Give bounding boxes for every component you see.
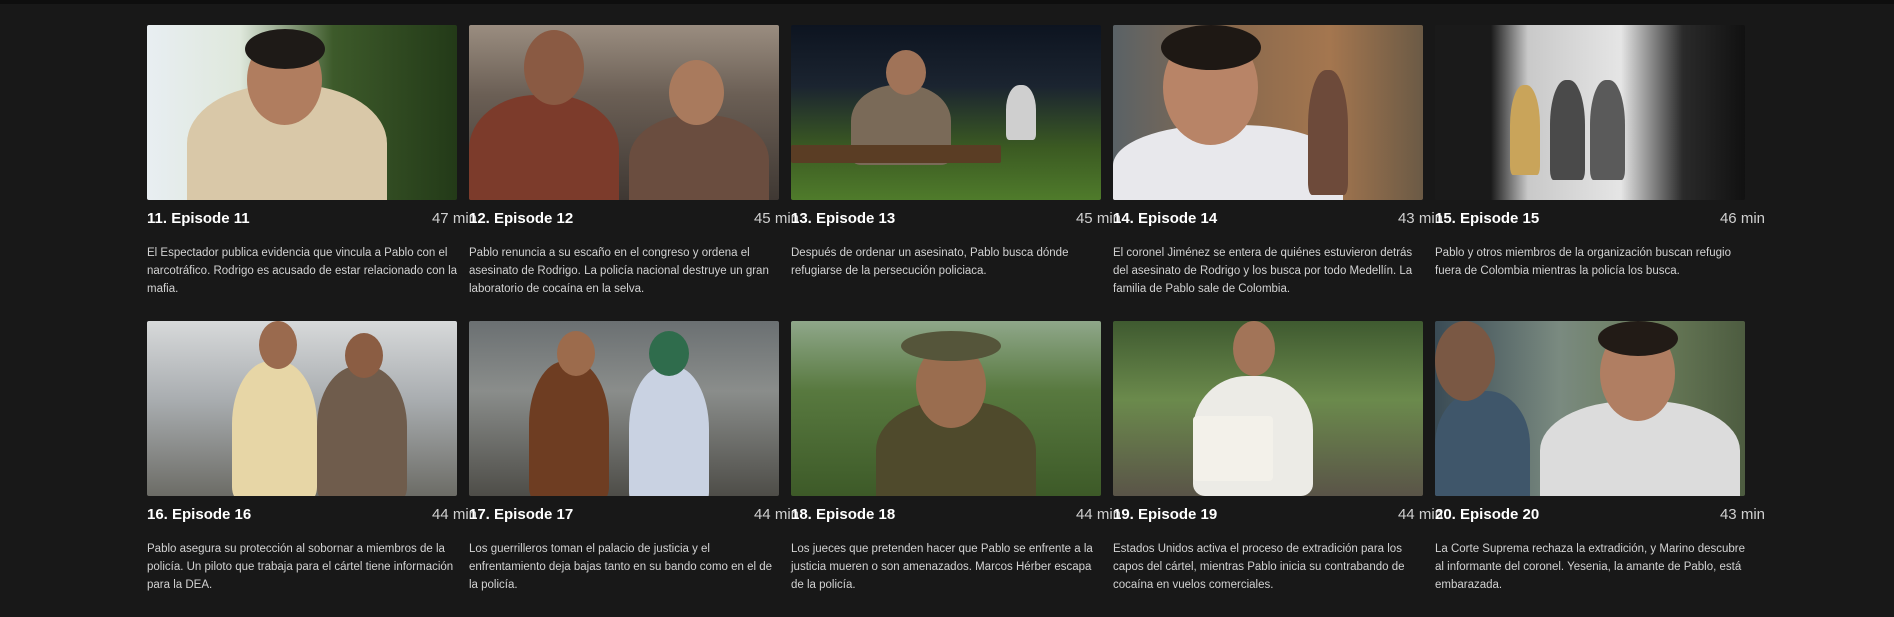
episode-duration: 43 min [1719,506,1765,523]
episode-card[interactable]: 18. Episode 18 44 min Los jueces que pre… [791,321,1121,617]
episode-description: Los jueces que pretenden hacer que Pablo… [791,543,1093,591]
episode-card[interactable]: 17. Episode 17 44 min Los guerrilleros t… [469,321,799,617]
episode-title[interactable]: 11. Episode 11 [147,210,250,227]
episode-card[interactable]: 13. Episode 13 45 min Después de ordenar… [791,25,1121,321]
episode-thumbnail[interactable] [1113,321,1423,496]
episode-card[interactable]: 11. Episode 11 47 min El Espectador publ… [147,25,477,321]
episode-description: Pablo y otros miembros de la organizació… [1435,247,1731,277]
episode-title[interactable]: 17. Episode 17 [469,506,573,523]
top-bar [0,0,1894,4]
episode-title[interactable]: 14. Episode 14 [1113,210,1217,227]
episode-title[interactable]: 12. Episode 12 [469,210,573,227]
episode-thumbnail[interactable] [791,321,1101,496]
episode-description: La Corte Suprema rechaza la extradición,… [1435,543,1746,591]
episode-duration: 46 min [1719,210,1765,227]
episode-description: Después de ordenar un asesinato, Pablo b… [791,247,1069,277]
episode-title[interactable]: 19. Episode 19 [1113,506,1217,523]
episode-description: Pablo asegura su protección al sobornar … [147,543,454,591]
episode-title[interactable]: 13. Episode 13 [791,210,895,227]
episode-thumbnail[interactable] [1435,321,1745,496]
episode-title[interactable]: 18. Episode 18 [791,506,895,523]
episode-card[interactable]: 20. Episode 20 43 min La Corte Suprema r… [1435,321,1765,617]
episode-thumbnail[interactable] [791,25,1101,200]
episode-card[interactable]: 12. Episode 12 45 min Pablo renuncia a s… [469,25,799,321]
episode-title[interactable]: 16. Episode 16 [147,506,251,523]
episode-card[interactable]: 14. Episode 14 43 min El coronel Jiménez… [1113,25,1443,321]
episode-thumbnail[interactable] [469,25,779,200]
episode-card[interactable]: 15. Episode 15 46 min Pablo y otros miem… [1435,25,1765,321]
episode-title[interactable]: 15. Episode 15 [1435,210,1539,227]
episode-description: El Espectador publica evidencia que vinc… [147,247,458,295]
episode-thumbnail[interactable] [147,25,457,200]
episode-thumbnail[interactable] [469,321,779,496]
episode-description: Pablo renuncia a su escaño en el congres… [469,247,769,295]
episode-thumbnail[interactable] [1113,25,1423,200]
episode-thumbnail[interactable] [1435,25,1745,200]
episode-thumbnail[interactable] [147,321,457,496]
episode-grid: 11. Episode 11 47 min El Espectador publ… [147,25,1765,617]
episode-card[interactable]: 16. Episode 16 44 min Pablo asegura su p… [147,321,477,617]
episode-description: El coronel Jiménez se entera de quiénes … [1113,247,1413,295]
episode-description: Estados Unidos activa el proceso de extr… [1113,543,1405,591]
episode-card[interactable]: 19. Episode 19 44 min Estados Unidos act… [1113,321,1443,617]
episode-description: Los guerrilleros toman el palacio de jus… [469,543,773,591]
episode-title[interactable]: 20. Episode 20 [1435,506,1539,523]
